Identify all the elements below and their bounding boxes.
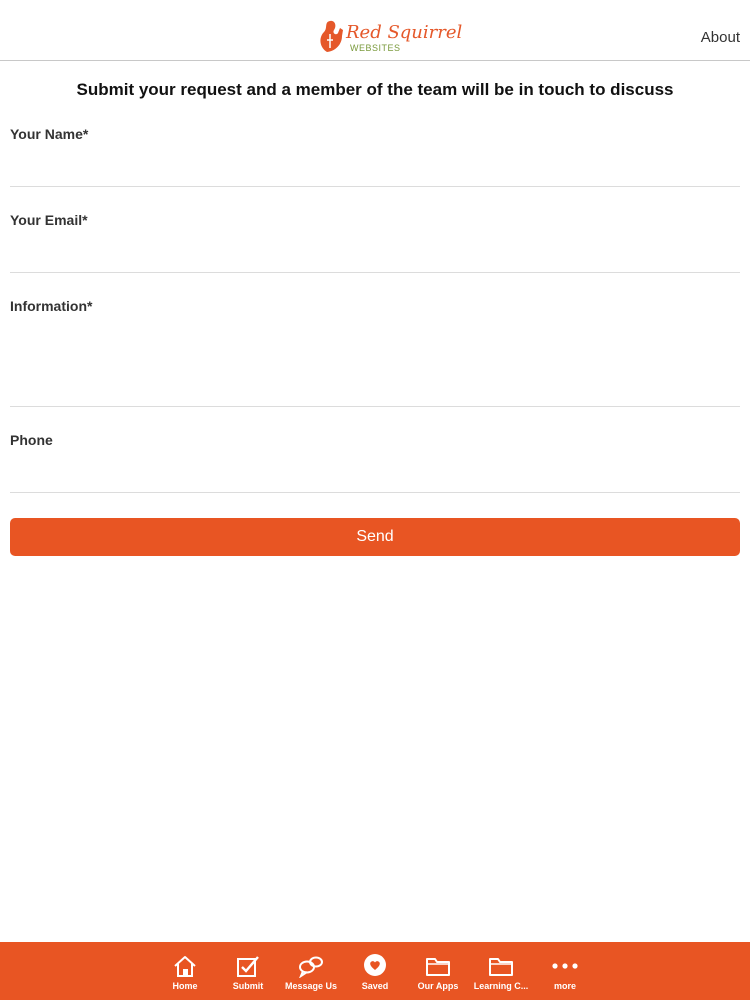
divider (10, 272, 740, 273)
tab-learning-centre[interactable]: Learning C... (469, 942, 533, 1000)
information-field: Information* (10, 298, 744, 408)
information-label: Information* (10, 298, 93, 314)
phone-input[interactable] (10, 460, 744, 490)
logo-subtitle: WEBSITES (350, 43, 401, 53)
about-link[interactable]: About (701, 29, 740, 46)
tab-saved[interactable]: Saved (343, 942, 407, 1000)
information-textarea[interactable] (10, 324, 744, 404)
tab-our-apps[interactable]: Our Apps (406, 942, 470, 1000)
heart-icon (364, 954, 386, 976)
send-button[interactable]: Send (10, 518, 740, 556)
folder-icon (426, 958, 450, 976)
logo-title: Red Squirrel (346, 22, 463, 43)
email-input[interactable] (10, 240, 744, 270)
more-dots-icon (552, 963, 578, 969)
form-heading: Submit your request and a member of the … (76, 80, 674, 99)
red-squirrel-logo[interactable]: Red Squirrel WEBSITES (318, 18, 462, 58)
tab-label: more (553, 981, 576, 991)
name-label: Your Name* (10, 126, 89, 142)
tab-more[interactable]: more (533, 942, 597, 1000)
divider (10, 492, 740, 493)
chat-bubbles-icon (299, 956, 323, 978)
squirrel-icon (320, 20, 343, 52)
tab-submit[interactable]: Submit (216, 942, 280, 1000)
folder-icon (489, 958, 513, 976)
top-bar: Red Squirrel WEBSITES About (0, 0, 750, 61)
email-label: Your Email* (10, 212, 88, 228)
name-field: Your Name* (10, 126, 744, 188)
bottom-tab-bar: Home Submit Message Us Saved Our Apps Le… (0, 942, 750, 1000)
phone-label: Phone (10, 432, 53, 448)
checkbox-icon (237, 956, 259, 977)
tab-home[interactable]: Home (153, 942, 217, 1000)
email-field: Your Email* (10, 212, 744, 274)
tab-message-us[interactable]: Message Us (279, 942, 343, 1000)
divider (10, 406, 740, 407)
home-icon (174, 956, 196, 977)
name-input[interactable] (10, 154, 744, 184)
divider (10, 186, 740, 187)
phone-field: Phone (10, 432, 744, 494)
